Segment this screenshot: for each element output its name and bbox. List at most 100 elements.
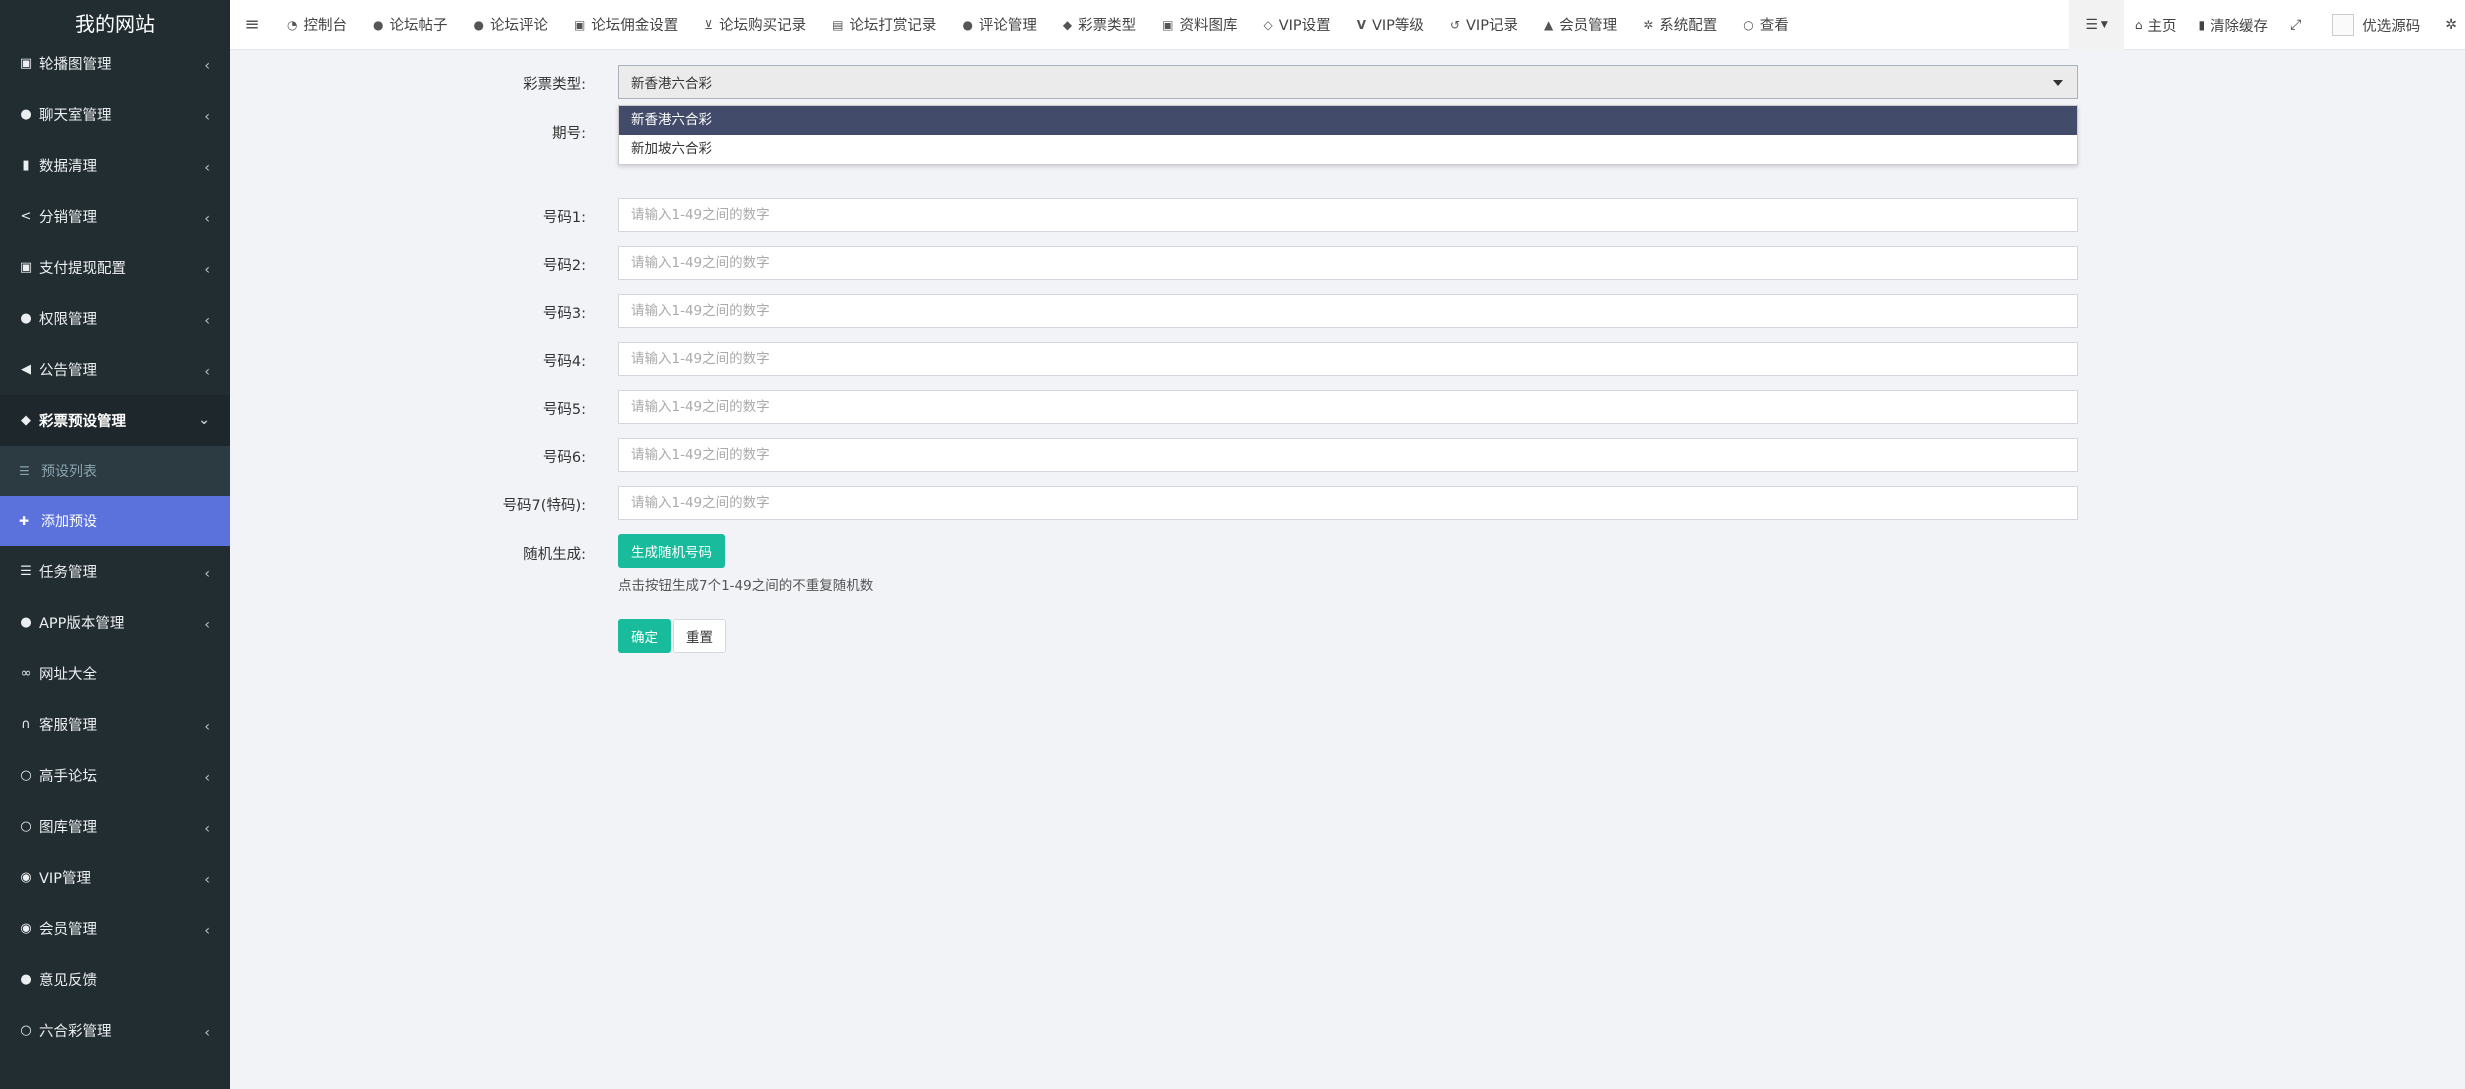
circle-icon: ○ (20, 819, 32, 834)
number-5-input[interactable] (618, 390, 2078, 424)
nav-dashboard[interactable]: ◔ 控制台 (274, 0, 360, 50)
number-3-input[interactable] (618, 294, 2078, 328)
sidebar-item-label: APP版本管理 (39, 616, 125, 632)
menu-toggle-icon[interactable]: ≡ (230, 14, 274, 35)
nav-menu-dropdown[interactable]: ☰ ▼ (2069, 0, 2124, 50)
nav-forum-tips[interactable]: ▤ 论坛打赏记录 (819, 0, 949, 50)
nav-vip-levels[interactable]: V VIP等级 (1344, 0, 1437, 50)
home-link[interactable]: ⌂ 主页 (2124, 0, 2188, 50)
chevron-left-icon: ‹ (204, 770, 210, 786)
tasks-icon: ☰ (20, 564, 32, 579)
sidebar-item-label: 六合彩管理 (39, 1024, 112, 1040)
number-7-special-input[interactable] (618, 486, 2078, 520)
top-navbar: ≡ ◔ 控制台 ● 论坛帖子 ● 论坛评论 ▣ 论坛佣金设置 ⊻ 论坛购买记录 ▤ 论坛打赏… (230, 0, 2465, 50)
random-hint: 点击按钮生成7个1-49之间的不重复随机数 (618, 578, 874, 594)
avatar (2332, 14, 2355, 36)
sidebar-item-carousel[interactable]: ▣ 轮播图管理 ‹ (0, 38, 230, 89)
sidebar-item-announcement[interactable]: ◀ 公告管理 ‹ (0, 344, 230, 395)
sidebar-item-payment[interactable]: ▣ 支付提现配置 ‹ (0, 242, 230, 293)
nav-gallery[interactable]: ▣ 资料图库 (1149, 0, 1250, 50)
number-2-input[interactable] (618, 246, 2078, 280)
chevron-left-icon: ‹ (204, 58, 210, 74)
user-menu[interactable]: 优选源码 (2312, 0, 2431, 50)
vip-icon: ◉ (20, 870, 32, 885)
trash-icon: ▮ (2198, 18, 2206, 32)
sidebar-item-label: 意见反馈 (39, 973, 97, 989)
number-1-input[interactable] (618, 198, 2078, 232)
trash-icon: ▮ (22, 158, 30, 173)
share-icon: < (20, 209, 32, 224)
nav-forum-purchases[interactable]: ⊻ 论坛购买记录 (691, 0, 819, 50)
user-circle-icon: ◉ (20, 921, 32, 936)
number-6-input[interactable] (618, 438, 2078, 472)
number-label: 号码5: (542, 402, 586, 418)
nav-comment-management[interactable]: ● 评论管理 (949, 0, 1049, 50)
image-icon: ▣ (1162, 17, 1174, 32)
nav-vip-records[interactable]: ↺ VIP记录 (1437, 0, 1531, 50)
sidebar-item-label: 支付提现配置 (39, 261, 126, 277)
sidebar-item-app-version[interactable]: ● APP版本管理 ‹ (0, 597, 230, 648)
sidebar-item-vip[interactable]: ◉ VIP管理 ‹ (0, 852, 230, 903)
sidebar-item-permission[interactable]: ● 权限管理 ‹ (0, 293, 230, 344)
sidebar-item-feedback[interactable]: ● 意见反馈 (0, 954, 230, 1005)
nav-label: 系统配置 (1659, 18, 1718, 34)
sidebar-item-chatroom[interactable]: ● 聊天室管理 ‹ (0, 89, 230, 140)
gears-icon: ✲ (2445, 17, 2457, 33)
sidebar-subitem-preset-list[interactable]: ☰ 预设列表 (0, 446, 230, 496)
bullhorn-icon: ◀ (21, 362, 31, 377)
clear-cache-button[interactable]: ▮ 清除缓存 (2187, 0, 2279, 50)
nav-label: 论坛佣金设置 (591, 18, 679, 34)
period-label: 期号: (552, 126, 586, 142)
chevron-left-icon: ‹ (204, 566, 210, 582)
sidebar-item-customer-service[interactable]: ∩ 客服管理 ‹ (0, 699, 230, 750)
nav-lottery-types[interactable]: ◆ 彩票类型 (1050, 0, 1149, 50)
sidebar-item-members[interactable]: ◉ 会员管理 ‹ (0, 903, 230, 954)
headset-icon: ∩ (21, 717, 31, 732)
nav-forum-commission[interactable]: ▣ 论坛佣金设置 (561, 0, 691, 50)
sidebar-item-tasks[interactable]: ☰ 任务管理 ‹ (0, 546, 230, 597)
fullscreen-button[interactable]: ⤢ (2279, 0, 2312, 50)
nav-forum-comments[interactable]: ● 论坛评论 (460, 0, 560, 50)
dashboard-icon: ◔ (287, 17, 298, 32)
number-label: 号码2: (542, 258, 586, 274)
settings-button[interactable]: ✲ (2431, 0, 2465, 50)
submit-button[interactable]: 确定 (618, 619, 671, 653)
sidebar-subitem-label: 添加预设 (41, 514, 97, 530)
tag-icon: ◆ (21, 413, 31, 428)
nav-member-management[interactable]: ▲ 会员管理 (1531, 0, 1630, 50)
lottery-option[interactable]: 新加坡六合彩 (619, 135, 2077, 164)
lottery-type-select[interactable]: 新香港六合彩 (618, 65, 2078, 99)
chevron-left-icon: ‹ (204, 364, 210, 380)
sidebar-item-mark-six[interactable]: ○ 六合彩管理 ‹ (0, 1005, 230, 1056)
reset-button[interactable]: 重置 (673, 619, 726, 653)
gift-icon: ▤ (832, 17, 844, 32)
nav-forum-posts[interactable]: ● 论坛帖子 (360, 0, 460, 50)
sidebar-item-distribution[interactable]: < 分销管理 ‹ (0, 191, 230, 242)
nav-label: 会员管理 (1559, 18, 1618, 34)
nav-label: 资料图库 (1179, 18, 1238, 34)
sidebar-item-gallery[interactable]: ○ 图库管理 ‹ (0, 801, 230, 852)
sidebar-subitem-add-preset[interactable]: ✚ 添加预设 (0, 496, 230, 546)
sidebar-item-url-directory[interactable]: ∞ 网址大全 (0, 648, 230, 699)
user-name: 优选源码 (2362, 18, 2421, 35)
comment-icon: ● (20, 972, 32, 987)
nav-label: 彩票类型 (1078, 18, 1137, 34)
lottery-type-label: 彩票类型: (523, 77, 586, 93)
generate-random-button[interactable]: 生成随机号码 (618, 534, 725, 568)
sidebar-item-lottery-preset[interactable]: ◆ 彩票预设管理 ⌄ (0, 395, 230, 446)
image-icon: ▣ (19, 56, 33, 71)
nav-system-config[interactable]: ✲ 系统配置 (1630, 0, 1730, 50)
circle-icon: ○ (20, 768, 32, 783)
sidebar-item-label: 权限管理 (39, 312, 97, 328)
nav-view[interactable]: ○ 查看 (1730, 0, 1801, 50)
money-icon: ▣ (19, 260, 33, 275)
nav-vip-settings[interactable]: ◇ VIP设置 (1251, 0, 1344, 50)
sidebar-item-label: 彩票预设管理 (39, 414, 126, 430)
sidebar-item-label: 公告管理 (39, 363, 97, 379)
sidebar-item-data-clean[interactable]: ▮ 数据清理 ‹ (0, 140, 230, 191)
lottery-option[interactable]: 新香港六合彩 (619, 106, 2077, 135)
number-4-input[interactable] (618, 342, 2078, 376)
chevron-left-icon: ‹ (204, 923, 210, 939)
sidebar-item-expert-forum[interactable]: ○ 高手论坛 ‹ (0, 750, 230, 801)
diamond-icon: ◇ (1263, 17, 1273, 32)
